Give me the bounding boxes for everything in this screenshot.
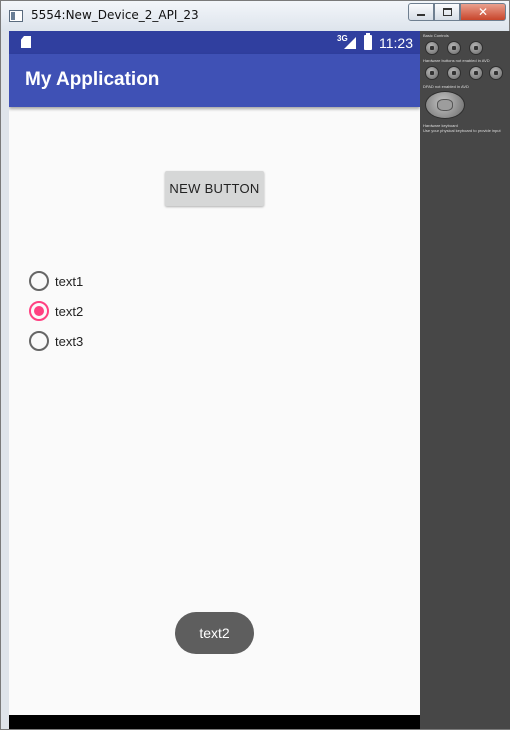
network-type: 3G <box>337 34 348 43</box>
radio-checked-icon[interactable] <box>29 301 49 321</box>
power-icon[interactable] <box>469 41 483 55</box>
home-icon[interactable] <box>425 66 439 80</box>
window-title: 5554:New_Device_2_API_23 <box>31 8 199 22</box>
controls-section-label: Hardware buttons not enabled in AVD <box>423 58 490 63</box>
volume-up-icon[interactable] <box>447 41 461 55</box>
radio-unchecked-icon[interactable] <box>29 331 49 351</box>
radio-option-text1[interactable]: text1 <box>29 268 149 294</box>
navigation-bar <box>9 715 420 729</box>
device-screen: 3G 11:23 My Application NEW BUTTON text1… <box>9 31 420 729</box>
toast-message: text2 <box>175 612 254 654</box>
emulator-window: 5554:New_Device_2_API_23 ✕ 3G 11:23 My A… <box>0 0 510 730</box>
controls-section-label: Use your physical keyboard to provide in… <box>423 128 501 133</box>
dpad-center-button[interactable] <box>437 99 453 111</box>
status-bar: 3G 11:23 <box>9 31 420 54</box>
dpad-control[interactable] <box>425 91 465 119</box>
maximize-button[interactable] <box>434 3 460 21</box>
close-icon: ✕ <box>477 5 489 19</box>
window-app-icon <box>9 10 23 22</box>
minimize-icon <box>417 14 425 16</box>
radio-option-text2[interactable]: text2 <box>29 298 149 324</box>
app-bar: My Application <box>9 54 420 107</box>
controls-section-label: DPAD not enabled in AVD <box>423 84 469 89</box>
close-button[interactable]: ✕ <box>460 3 506 21</box>
search-icon[interactable] <box>489 66 503 80</box>
controls-section-label: Basic Controls <box>423 33 449 38</box>
radio-unchecked-icon[interactable] <box>29 271 49 291</box>
radio-label: text1 <box>55 273 84 289</box>
maximize-icon <box>442 8 452 16</box>
volume-down-icon[interactable] <box>425 41 439 55</box>
new-button[interactable]: NEW BUTTON <box>165 171 264 206</box>
sd-card-icon <box>21 36 31 48</box>
window-titlebar[interactable]: 5554:New_Device_2_API_23 ✕ <box>1 1 509 31</box>
minimize-button[interactable] <box>408 3 434 21</box>
battery-icon <box>364 33 372 50</box>
radio-label: text3 <box>55 333 84 349</box>
back-icon[interactable] <box>469 66 483 80</box>
radio-label: text2 <box>55 303 84 319</box>
emulator-controls-panel: Basic Controls Hardware buttons not enab… <box>420 31 510 729</box>
menu-icon[interactable] <box>447 66 461 80</box>
radio-option-text3[interactable]: text3 <box>29 328 149 354</box>
status-clock: 11:23 <box>379 35 413 51</box>
app-title: My Application <box>25 69 160 90</box>
